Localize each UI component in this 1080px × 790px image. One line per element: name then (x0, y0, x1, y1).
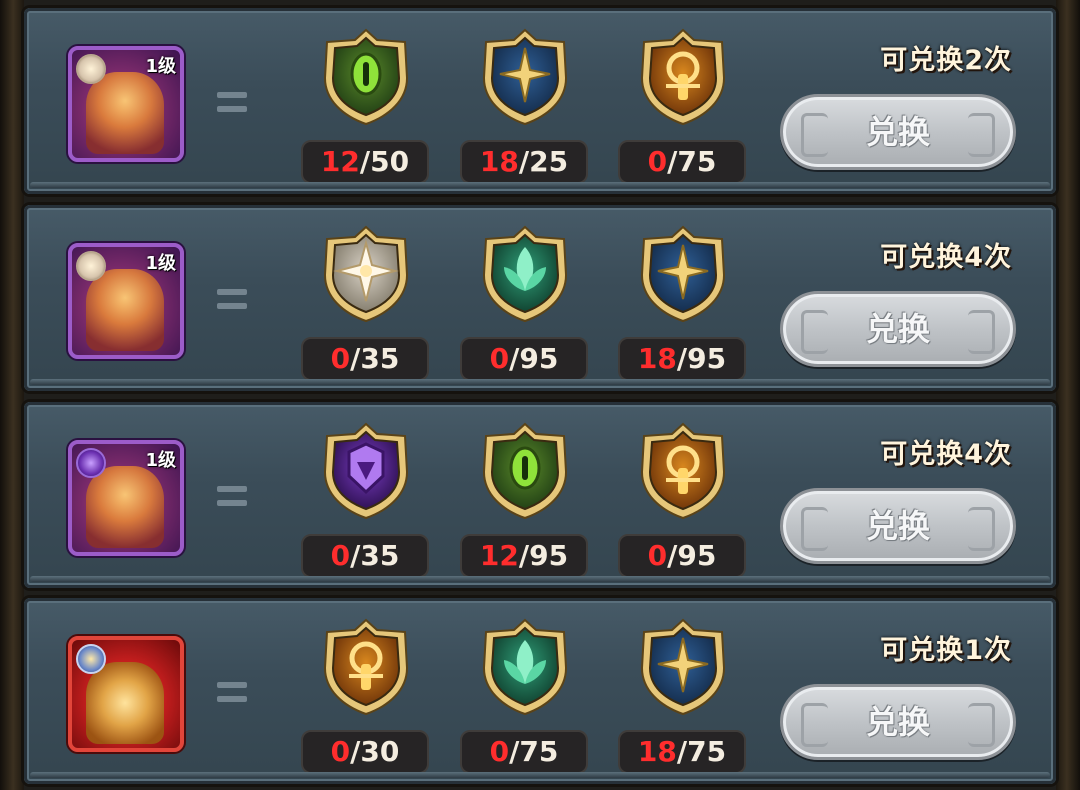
exchange-times-label: 可兑换4次 (880, 242, 1012, 273)
exchange-times-label: 可兑换2次 (880, 45, 1012, 76)
material-slot[interactable]: 18/25 (460, 28, 590, 188)
hero-art (86, 466, 164, 548)
owned-count: 0 (489, 735, 510, 768)
required-count: /95 (518, 539, 569, 572)
hero-portrait[interactable]: 1级 (68, 46, 184, 162)
material-count: 18/95 (618, 337, 746, 381)
exchange-button[interactable]: 兑换 (780, 94, 1016, 170)
sun-emblem-icon (640, 28, 726, 126)
material-slot[interactable]: 0/35 (301, 422, 431, 582)
owned-count: 18 (637, 735, 677, 768)
hero-art (86, 269, 164, 351)
leaf-emblem-icon (482, 618, 568, 716)
owned-count: 12 (320, 145, 360, 178)
exchange-row: 1级 0/35 12/95 0/95 可兑换4次 兑换 (24, 402, 1056, 588)
required-count: /75 (676, 735, 727, 768)
owned-count: 0 (647, 145, 668, 178)
material-count: 0/30 (301, 730, 429, 774)
level-label: 1级 (145, 56, 176, 77)
hero-art (86, 72, 164, 154)
treasure-chest-icon (86, 662, 164, 744)
material-slot[interactable]: 0/75 (618, 28, 748, 188)
level-label: 1级 (145, 253, 176, 274)
exchange-button-label: 兑换 (865, 507, 930, 545)
eye-emblem-icon (323, 28, 409, 126)
material-slot[interactable]: 18/95 (618, 225, 748, 385)
required-count: /95 (509, 342, 559, 375)
required-count: /30 (350, 735, 400, 768)
required-count: /75 (509, 735, 559, 768)
equals-icon (217, 680, 247, 704)
exchange-button[interactable]: 兑换 (780, 488, 1016, 564)
material-slot[interactable]: 0/95 (618, 422, 748, 582)
required-count: /95 (676, 342, 727, 375)
exchange-row: 1级 0/35 0/95 18/95 可兑换4次 兑换 (24, 205, 1056, 391)
owned-count: 18 (637, 342, 677, 375)
material-count: 0/75 (618, 140, 746, 184)
material-count: 18/25 (460, 140, 588, 184)
eye-emblem-icon (482, 422, 568, 520)
material-count: 18/75 (618, 730, 746, 774)
material-count: 12/95 (460, 534, 588, 578)
equals-icon (217, 484, 247, 508)
sun-emblem-icon (323, 618, 409, 716)
material-count: 0/35 (301, 337, 429, 381)
required-count: /50 (359, 145, 410, 178)
required-count: /25 (518, 145, 569, 178)
owned-count: 0 (489, 342, 510, 375)
exchange-button-label: 兑换 (865, 310, 930, 348)
owned-count: 0 (330, 539, 351, 572)
owned-count: 18 (479, 145, 519, 178)
exchange-row: 0/30 0/75 18/75 可兑换1次 兑换 (24, 598, 1056, 784)
exchange-button-label: 兑换 (865, 703, 930, 741)
required-count: /35 (350, 342, 400, 375)
sun-emblem-icon (640, 422, 726, 520)
radiant-emblem-icon (323, 225, 409, 323)
material-slot[interactable]: 0/95 (460, 225, 590, 385)
material-count: 0/95 (460, 337, 588, 381)
star-emblem-icon (640, 618, 726, 716)
chest-reward-icon[interactable] (68, 636, 184, 752)
material-slot[interactable]: 18/75 (618, 618, 748, 778)
left-frame (0, 0, 24, 790)
faction-badge-icon (76, 448, 106, 478)
material-count: 0/75 (460, 730, 588, 774)
exchange-row: 1级 12/50 18/25 0/75 可兑换2次 兑换 (24, 8, 1056, 194)
right-frame (1056, 0, 1080, 790)
equals-icon (217, 90, 247, 114)
leaf-emblem-icon (482, 225, 568, 323)
owned-count: 0 (330, 735, 351, 768)
material-slot[interactable]: 12/95 (460, 422, 590, 582)
material-count: 0/35 (301, 534, 429, 578)
exchange-button-label: 兑换 (865, 113, 930, 151)
required-count: /35 (350, 539, 400, 572)
required-count: /75 (667, 145, 717, 178)
level-label: 1级 (145, 450, 176, 471)
faction-badge-icon (76, 251, 106, 281)
owned-count: 0 (330, 342, 351, 375)
star-emblem-icon (640, 225, 726, 323)
star-emblem-icon (482, 28, 568, 126)
material-slot[interactable]: 12/50 (301, 28, 431, 188)
exchange-times-label: 可兑换1次 (880, 635, 1012, 666)
material-slot[interactable]: 0/75 (460, 618, 590, 778)
material-count: 12/50 (301, 140, 429, 184)
faction-badge-icon (76, 644, 106, 674)
material-slot[interactable]: 0/35 (301, 225, 431, 385)
hero-portrait[interactable]: 1级 (68, 243, 184, 359)
exchange-button[interactable]: 兑换 (780, 684, 1016, 760)
void-emblem-icon (323, 422, 409, 520)
required-count: /95 (667, 539, 717, 572)
exchange-button[interactable]: 兑换 (780, 291, 1016, 367)
equals-icon (217, 287, 247, 311)
material-slot[interactable]: 0/30 (301, 618, 431, 778)
material-count: 0/95 (618, 534, 746, 578)
exchange-times-label: 可兑换4次 (880, 439, 1012, 470)
owned-count: 0 (647, 539, 668, 572)
hero-portrait[interactable]: 1级 (68, 440, 184, 556)
faction-badge-icon (76, 54, 106, 84)
owned-count: 12 (479, 539, 519, 572)
